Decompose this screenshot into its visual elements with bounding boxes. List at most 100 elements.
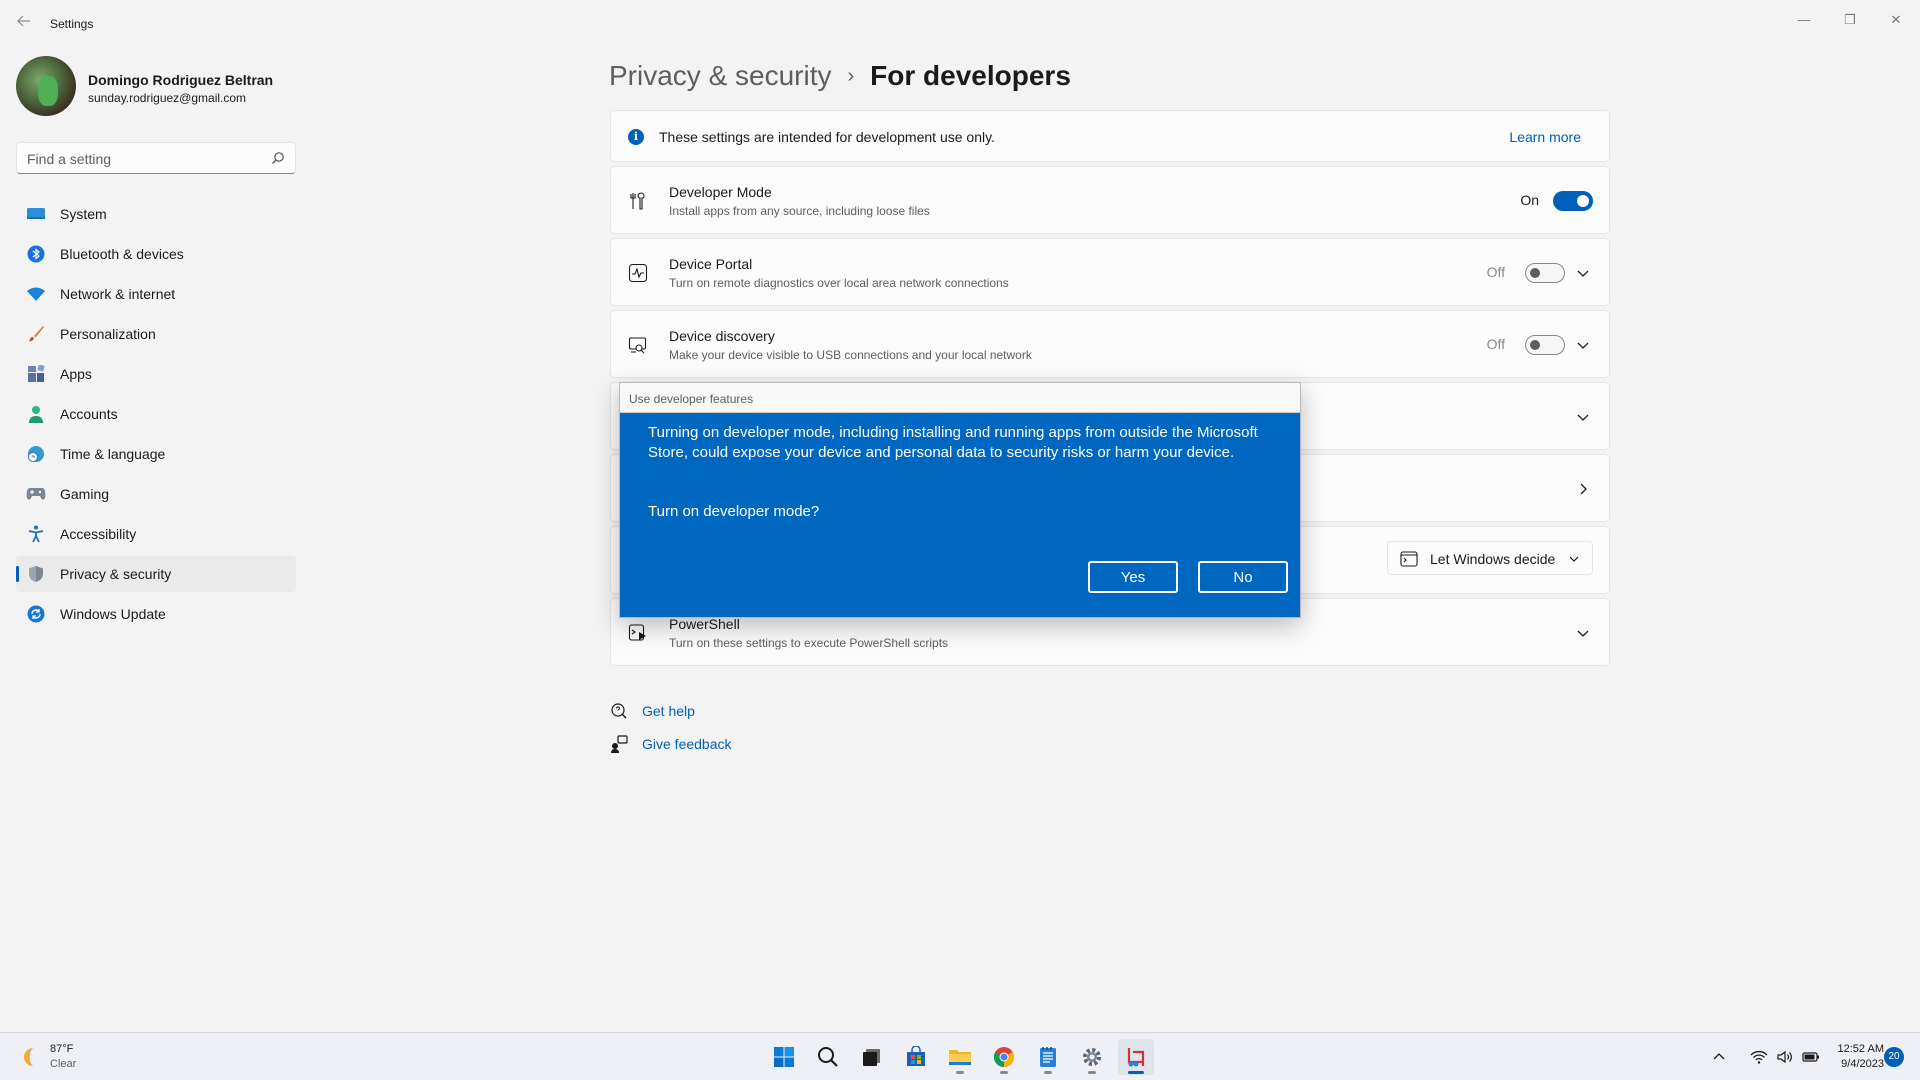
breadcrumb: Privacy & security › For developers <box>609 56 1071 96</box>
powershell-desc: Turn on these settings to execute PowerS… <box>669 636 949 650</box>
give-feedback-label[interactable]: Give feedback <box>642 736 732 752</box>
sidebar-item-privacy-security[interactable]: Privacy & security <box>16 556 296 592</box>
sidebar-nav: System Bluetooth & devices Network & int… <box>16 196 296 636</box>
search-box[interactable] <box>16 142 296 174</box>
weather-temp[interactable]: 87°F <box>50 1043 73 1055</box>
sidebar-item-system[interactable]: System <box>16 196 296 232</box>
device-discovery-state: Off <box>1486 336 1505 352</box>
give-feedback-link[interactable]: Give feedback <box>610 735 732 753</box>
developer-mode-toggle[interactable] <box>1553 191 1593 211</box>
notification-badge[interactable]: 20 <box>1884 1047 1904 1067</box>
chevron-right-icon[interactable] <box>1575 481 1591 497</box>
developer-mode-title: Developer Mode <box>669 184 772 200</box>
get-help-label[interactable]: Get help <box>642 703 695 719</box>
device-portal-toggle[interactable] <box>1525 263 1565 283</box>
sidebar-item-label: Bluetooth & devices <box>60 246 184 262</box>
sidebar-item-label: Network & internet <box>60 286 176 302</box>
wifi-icon <box>26 284 46 304</box>
terminal-dropdown[interactable]: Let Windows decide <box>1387 541 1593 575</box>
info-text: These settings are intended for developm… <box>659 129 995 145</box>
close-button[interactable]: ✕ <box>1876 6 1916 34</box>
dialog-question: Turn on developer mode? <box>648 503 820 520</box>
clock[interactable]: 12:52 AM 9/4/2023 <box>1826 1042 1884 1072</box>
help-chat-icon <box>611 703 627 719</box>
no-button[interactable]: No <box>1198 561 1288 593</box>
get-help-link[interactable]: Get help <box>610 702 695 720</box>
yes-button[interactable]: Yes <box>1088 561 1178 593</box>
developer-mode-dialog: Use developer features Turning on develo… <box>619 382 1301 618</box>
device-discovery-row[interactable]: Device discovery Make your device visibl… <box>610 310 1610 378</box>
sidebar-item-accounts[interactable]: Accounts <box>16 396 296 432</box>
taskbar-file-explorer[interactable] <box>942 1039 978 1075</box>
speaker-icon[interactable] <box>1776 1048 1794 1066</box>
dialog-title: Use developer features <box>629 392 754 406</box>
chrome-icon <box>993 1047 1015 1068</box>
sidebar-item-personalization[interactable]: Personalization <box>16 316 296 352</box>
chevron-down-icon[interactable] <box>1575 625 1591 641</box>
taskbar-chrome[interactable] <box>986 1039 1022 1075</box>
terminal-icon <box>1400 551 1418 567</box>
moon-weather-icon[interactable] <box>18 1045 42 1069</box>
person-icon <box>26 404 46 424</box>
pulse-icon <box>628 263 648 283</box>
minimize-button[interactable]: — <box>1784 6 1824 34</box>
sidebar-item-network[interactable]: Network & internet <box>16 276 296 312</box>
app-title: Settings <box>50 17 94 31</box>
clock-date: 9/4/2023 <box>1841 1058 1884 1070</box>
task-view-button[interactable] <box>854 1039 890 1075</box>
sidebar-item-time-language[interactable]: Time & language <box>16 436 296 472</box>
running-indicator <box>1000 1071 1008 1074</box>
windows-logo-icon <box>774 1047 794 1067</box>
apps-icon <box>26 364 46 384</box>
store-icon <box>907 1046 925 1066</box>
sidebar-item-bluetooth[interactable]: Bluetooth & devices <box>16 236 296 272</box>
task-view-icon <box>863 1049 880 1066</box>
back-arrow-icon[interactable] <box>12 12 36 36</box>
terminal-dropdown-value: Let Windows decide <box>1430 551 1556 567</box>
weather-condition[interactable]: Clear <box>50 1058 76 1070</box>
wifi-icon[interactable] <box>1750 1048 1768 1066</box>
chevron-down-icon[interactable] <box>1575 409 1591 425</box>
device-search-icon <box>628 337 647 354</box>
user-email: sunday.rodriguez@gmail.com <box>88 91 247 105</box>
info-icon: i <box>628 129 644 145</box>
page-title: For developers <box>870 60 1071 91</box>
taskbar-snipping-tool[interactable] <box>1118 1039 1154 1075</box>
search-icon[interactable] <box>271 151 285 165</box>
sidebar-item-label: Accessibility <box>60 526 137 542</box>
sidebar-item-label: Accounts <box>60 406 118 422</box>
search-input[interactable] <box>27 149 257 169</box>
chevron-down-icon[interactable] <box>1575 265 1591 281</box>
device-portal-row[interactable]: Device Portal Turn on remote diagnostics… <box>610 238 1610 306</box>
powershell-icon <box>628 624 646 641</box>
breadcrumb-separator-icon: › <box>847 64 855 87</box>
globe-clock-icon <box>26 444 46 464</box>
start-button[interactable] <box>766 1039 802 1075</box>
chevron-up-icon[interactable] <box>1710 1048 1728 1066</box>
sidebar-item-label: System <box>60 206 107 222</box>
shield-icon <box>26 564 46 584</box>
system-tray <box>1710 1047 1828 1067</box>
sidebar-item-windows-update[interactable]: Windows Update <box>16 596 296 632</box>
accessibility-icon <box>26 524 46 544</box>
avatar[interactable] <box>16 56 76 116</box>
chevron-down-icon[interactable] <box>1575 337 1591 353</box>
developer-mode-state: On <box>1520 192 1539 208</box>
device-discovery-toggle[interactable] <box>1525 335 1565 355</box>
taskbar-notepad[interactable] <box>1030 1039 1066 1075</box>
taskbar-apps <box>766 1039 1162 1075</box>
dialog-title-bar: Use developer features <box>620 383 1300 413</box>
sidebar-item-apps[interactable]: Apps <box>16 356 296 392</box>
learn-more-link[interactable]: Learn more <box>1509 129 1581 145</box>
battery-icon[interactable] <box>1802 1048 1820 1066</box>
sidebar-item-gaming[interactable]: Gaming <box>16 476 296 512</box>
sidebar-item-label: Privacy & security <box>60 566 172 582</box>
sidebar-item-label: Gaming <box>60 486 110 502</box>
dialog-message: Turning on developer mode, including ins… <box>648 424 1258 461</box>
taskbar-search-button[interactable] <box>810 1039 846 1075</box>
breadcrumb-parent[interactable]: Privacy & security <box>609 60 832 92</box>
taskbar-settings[interactable] <box>1074 1039 1110 1075</box>
taskbar-store[interactable] <box>898 1039 934 1075</box>
maximize-button[interactable]: ❐ <box>1830 6 1870 34</box>
sidebar-item-accessibility[interactable]: Accessibility <box>16 516 296 552</box>
